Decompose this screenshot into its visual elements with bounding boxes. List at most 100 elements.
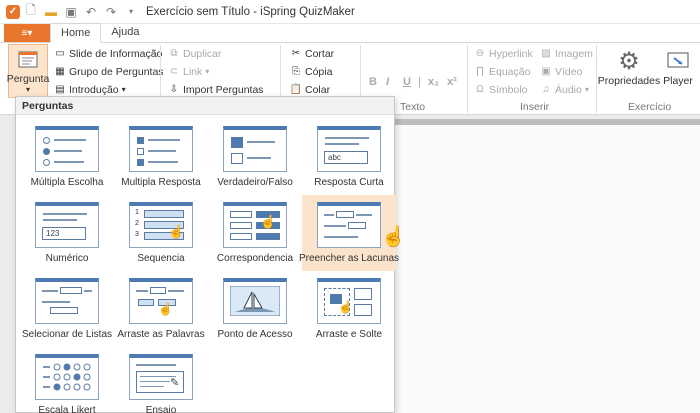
gear-icon: ⚙ [618,47,640,75]
question-tile-drag-words[interactable]: ☝ Arraste as Palavras [114,271,208,347]
tile-label: Resposta Curta [314,177,384,188]
duplicate-icon: ⧉ [170,48,178,59]
question-tile-essay[interactable]: ✎ Ensaio [114,347,208,413]
question-tile-matching[interactable]: ☝ Correspondencia [208,195,302,271]
question-tile-multiple-response[interactable]: Multipla Resposta [114,119,208,195]
tab-home[interactable]: Home [50,23,102,43]
omega-icon: Ω [476,84,484,95]
open-icon[interactable]: ▬ [42,3,60,21]
simbolo-label: Símbolo [489,83,528,96]
link-button[interactable]: ⊂ Link ▾ [168,63,209,80]
question-tile-numeric[interactable]: 123 Numérico [20,195,114,271]
equacao-button[interactable]: ∏ Equação [474,63,531,80]
undo-icon[interactable]: ↶ [82,3,100,21]
simbolo-button[interactable]: Ω Símbolo [474,81,528,98]
short-answer-sample: abc [324,151,368,164]
multiple-choice-icon [35,126,99,172]
link-label: Link [183,65,203,78]
tile-label: Numérico [45,253,89,264]
hand-cursor-icon: ☝ [260,214,277,229]
copia-label: Cópia [305,65,333,78]
video-icon: ▣ [541,66,551,77]
texto-group-label: Texto [400,101,426,113]
pergunta-button[interactable]: Pergunta ▾ [6,44,50,98]
audio-icon: ♫ [542,84,550,95]
likert-scale-icon [35,354,99,400]
hand-cursor-icon: ☝ [338,300,353,314]
copy-icon: ⎘ [292,66,300,77]
new-icon[interactable]: 🗋 [22,3,40,21]
paste-icon: 📋 [289,84,303,95]
audio-button[interactable]: ♫ Áudio ▾ [540,81,589,98]
seq-number-2: 2 [135,220,139,227]
exercicio-group-label: Exercício [628,101,672,113]
propriedades-label: Propriedades [597,75,661,87]
superscript-button[interactable]: x² [447,76,457,88]
question-tile-drag-drop[interactable]: ☝ Arraste e Solte [302,271,396,347]
question-tile-hotspot[interactable]: Ponto de Acesso [208,271,302,347]
import-icon: ⇩ [169,84,179,95]
customize-icon[interactable]: ▾ [122,3,140,21]
player-button[interactable]: Player [660,47,696,87]
question-tile-true-false[interactable]: Verdadeiro/Falso [208,119,302,195]
separator [467,45,468,113]
video-button[interactable]: ▣ Vídeo [540,63,582,80]
group-icon: ▦ [55,66,65,77]
player-label: Player [663,75,693,87]
player-icon [663,47,693,75]
true-false-icon [223,126,287,172]
fill-in-blanks-icon [317,202,381,248]
image-icon: ▨ [541,48,551,59]
slide-icon: ▭ [55,48,65,59]
tile-label: Múltipla Escolha [30,177,104,188]
introducao-label: Introdução [69,83,119,96]
import-label: Import Perguntas [183,83,264,96]
underline-button[interactable]: U [403,76,411,88]
video-label: Vídeo [555,65,583,78]
grupo-button[interactable]: ▦ Grupo de Perguntas [54,63,163,80]
file-menu-button[interactable]: ≡▾ [4,24,50,42]
sequence-icon: 1 2 3 ☝ [129,202,193,248]
cortar-button[interactable]: ✂ Cortar [290,45,334,62]
subscript-button[interactable]: x₂ [428,76,439,88]
inserir-group-label: Inserir [520,101,550,113]
hand-pointer-icon: ☝ [381,226,406,248]
question-tile-sequence[interactable]: 1 2 3 ☝ Sequencia [114,195,208,271]
italic-button[interactable]: I [386,76,389,88]
copia-button[interactable]: ⎘ Cópia [290,63,332,80]
multiple-response-icon [129,126,193,172]
question-tile-select-from-lists[interactable]: Selecionar de Listas [20,271,114,347]
tile-label: Correspondencia [216,253,294,264]
question-tile-multiple-choice[interactable]: Múltipla Escolha [20,119,114,195]
pencil-icon: ✎ [170,377,180,389]
scissors-icon: ✂ [291,48,301,59]
redo-icon[interactable]: ↷ [102,3,120,21]
slide-info-label: Slide de Informação [69,47,163,60]
equation-icon: ∏ [475,66,485,77]
propriedades-button[interactable]: ⚙ Propriedades [597,47,661,88]
pergunta-label: Pergunta [6,73,50,85]
hyperlink-label: Hyperlink [489,47,533,60]
essay-icon: ✎ [129,354,193,400]
ribbon-tab-row: ≡▾ Home Ajuda [0,23,700,43]
equacao-label: Equação [489,65,531,78]
tile-label: Arraste as Palavras [117,329,205,340]
app-logo: ✓ [6,4,20,19]
duplicar-button[interactable]: ⧉ Duplicar [168,45,221,62]
tile-label: Ponto de Acesso [217,329,293,340]
tile-label: Selecionar de Listas [21,329,113,340]
slide-canvas [395,125,700,413]
hyperlink-button[interactable]: ⊖ Hyperlink [474,45,533,62]
tile-label: Multipla Resposta [121,177,201,188]
question-tile-short-answer[interactable]: abc Resposta Curta [302,119,396,195]
question-tile-likert-scale[interactable]: Escala Likert [20,347,114,413]
imagem-button[interactable]: ▨ Imagem [540,45,593,62]
bold-button[interactable]: B [369,76,377,88]
question-icon [13,45,43,73]
question-type-dropdown: Perguntas Múltipla Escolha Multipla Resp… [15,96,399,413]
imagem-label: Imagem [555,47,593,60]
tab-ajuda[interactable]: Ajuda [101,23,149,42]
hand-cursor-icon: ☝ [168,224,185,239]
slide-info-button[interactable]: ▭ Slide de Informação [54,45,162,62]
save-icon[interactable]: ▣ [62,3,80,21]
